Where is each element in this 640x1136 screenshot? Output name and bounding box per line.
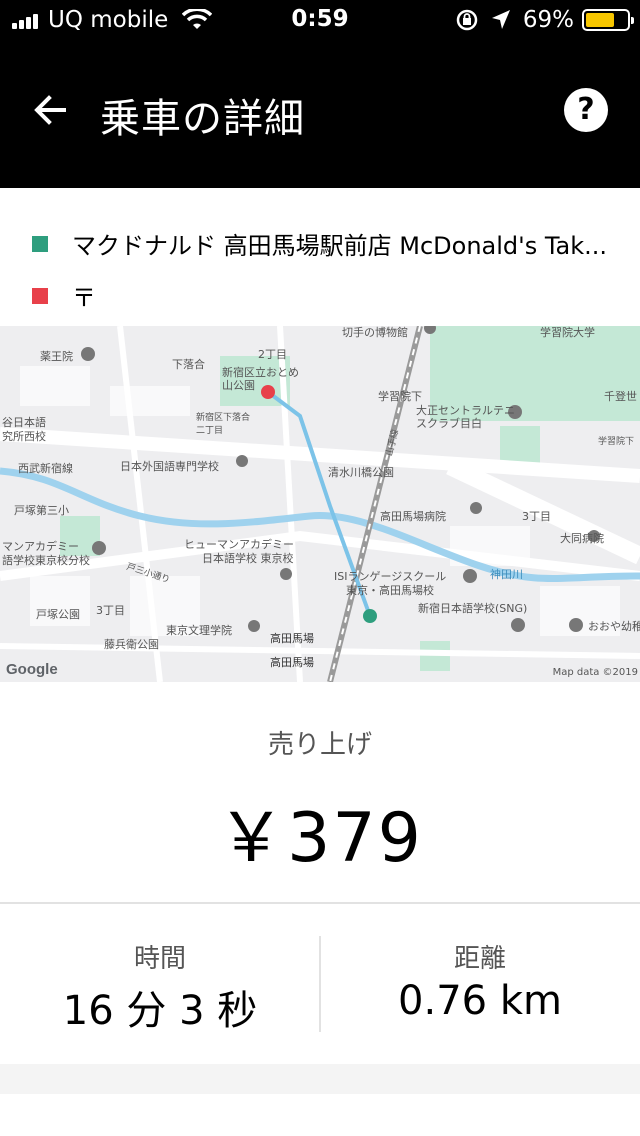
map-label: 薬王院 — [40, 350, 73, 363]
map-label: 大同病院 — [560, 532, 604, 545]
dropoff-address: 〒 — [72, 284, 96, 312]
footer-band — [0, 1064, 640, 1094]
trip-stops: マクドナルド 高田馬場駅前店 McDonald's Tak... 〒 — [0, 188, 640, 326]
map-label: 戸塚第三小 — [14, 504, 69, 517]
map-label: おおや幼稚 — [588, 620, 640, 633]
pickup-stop: マクドナルド 高田馬場駅前店 McDonald's Tak... — [32, 226, 607, 261]
map-label: 西武新宿線 — [18, 462, 73, 475]
nav-bar: 乗車の詳細 ? — [0, 40, 640, 188]
pickup-address: マクドナルド 高田馬場駅前店 McDonald's Tak... — [72, 232, 608, 260]
map-label: 学習院下 — [598, 437, 635, 447]
map-label: 究所西校 — [2, 430, 46, 443]
dropoff-marker-icon — [32, 287, 48, 304]
help-question-icon[interactable]: ? — [564, 88, 608, 132]
duration-stat: 時間 16 分 3 秒 — [0, 904, 320, 1064]
map-label: 学習院下 — [378, 390, 422, 403]
route-map[interactable]: 切手の博物館 学習院大学 薬王院 下落合 2丁目 新宿区立おとめ山公園 学習院下… — [0, 326, 640, 682]
map-label: 高田馬場 — [270, 632, 314, 645]
map-attribution: Map data ©2019 — [552, 667, 638, 678]
map-label: 戸塚公園 — [36, 608, 80, 621]
map-label: 新宿区下落合二丁目 — [196, 413, 251, 436]
fare-label: 売り上げ — [267, 730, 372, 760]
map-label: 新宿区立おとめ山公園 — [222, 366, 299, 392]
status-bar: UQ mobile 0:59 69% — [0, 0, 640, 40]
duration-label: 時間 — [133, 944, 186, 974]
map-label: 日本語学校 東京校 — [202, 552, 294, 565]
map-label: 2丁目 — [258, 348, 287, 361]
battery-icon — [582, 9, 634, 31]
pickup-marker-icon — [32, 235, 48, 252]
map-label: 3丁目 — [96, 604, 125, 617]
map-label: 新宿日本語学校(SNG) — [418, 602, 528, 615]
map-label: 語学校東京校分校 — [2, 554, 90, 567]
location-arrow-icon — [491, 10, 510, 29]
map-label: 切手の博物館 — [342, 326, 408, 339]
fare-section: 売り上げ ￥379 — [0, 682, 640, 902]
distance-stat: 距離 0.76 km — [320, 904, 640, 1064]
map-label: 東京・高田馬場校 — [346, 584, 434, 597]
map-label: 千登世 — [604, 390, 637, 403]
map-label: 高田馬場病院 — [380, 510, 446, 523]
dropoff-stop: 〒 — [32, 278, 96, 313]
google-logo: Google — [6, 661, 58, 678]
duration-value: 16 分 3 秒 — [62, 988, 258, 1034]
map-canvas — [0, 326, 640, 682]
battery-percent: 69% — [522, 7, 574, 33]
map-label: 藤兵衛公園 — [104, 638, 159, 651]
map-label: 日本外国語専門学校 — [120, 460, 219, 473]
map-label: 3丁目 — [522, 510, 551, 523]
map-label: 学習院大学 — [540, 326, 595, 339]
status-right: 69% — [455, 6, 634, 34]
distance-label: 距離 — [453, 944, 506, 974]
map-label: 東京文理学院 — [166, 624, 232, 637]
distance-value: 0.76 km — [398, 978, 562, 1024]
map-label: 大正セントラルテニスクラブ目白 — [416, 404, 515, 430]
fare-amount: ￥379 — [217, 799, 423, 878]
page-title: 乗車の詳細 — [100, 96, 305, 142]
trip-stats: 時間 16 分 3 秒 距離 0.76 km — [0, 904, 640, 1064]
map-label: 下落合 — [172, 358, 205, 371]
map-label: 高田馬場 — [270, 656, 314, 669]
map-label: 神田川 — [490, 568, 523, 581]
map-label: 清水川橋公園 — [328, 466, 394, 479]
rotation-lock-icon — [456, 9, 478, 31]
back-arrow-icon[interactable] — [30, 90, 70, 130]
